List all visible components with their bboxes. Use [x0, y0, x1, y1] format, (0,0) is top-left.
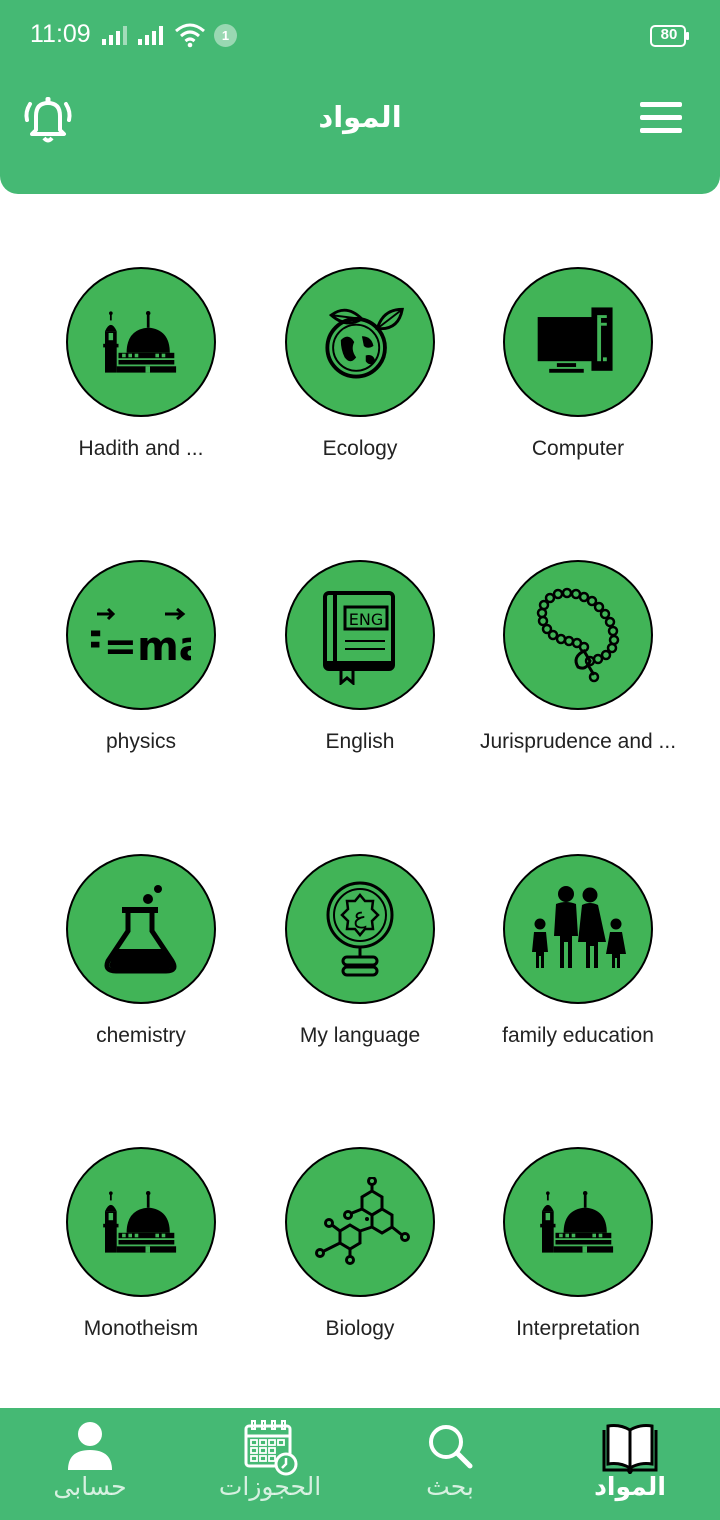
subject-icon-circle	[66, 1147, 216, 1297]
bottom-navigation: حسابى الحجوزات بحث المواد	[0, 1408, 720, 1520]
subject-label: My language	[299, 1024, 421, 1047]
subject-interpretation[interactable]: Interpretation	[468, 1147, 688, 1367]
nav-label: حسابى	[53, 1472, 127, 1501]
subject-jurisprudence[interactable]: Jurisprudence and ...	[468, 560, 688, 780]
subject-label: English	[325, 730, 395, 753]
subject-icon-circle	[285, 267, 435, 417]
subject-physics[interactable]: F=ma physics	[31, 560, 251, 780]
nav-label: بحث	[426, 1472, 474, 1501]
nav-label: المواد	[594, 1472, 666, 1501]
nav-label: الحجوزات	[218, 1472, 322, 1501]
nav-account[interactable]: حسابى	[0, 1408, 180, 1520]
computer-icon	[537, 307, 613, 373]
subject-icon-circle	[503, 560, 653, 710]
subject-label: Jurisprudence and ...	[479, 730, 677, 753]
subject-label: physics	[105, 730, 177, 753]
nav-subjects[interactable]: المواد	[540, 1408, 720, 1520]
molecule-icon	[315, 1177, 410, 1265]
subject-monotheism[interactable]: Monotheism	[31, 1147, 251, 1367]
subject-label: Hadith and ...	[78, 437, 204, 460]
subject-ecology[interactable]: Ecology	[250, 267, 470, 487]
subject-biology[interactable]: Biology	[250, 1147, 470, 1367]
subject-computer[interactable]: Computer	[468, 267, 688, 487]
subject-my-language[interactable]: ع My language	[250, 854, 470, 1074]
subject-icon-circle	[285, 1147, 435, 1297]
subject-icon-circle: ENG	[285, 560, 435, 710]
mosque-icon	[533, 1177, 623, 1267]
subject-icon-circle	[66, 854, 216, 1004]
flask-icon	[104, 885, 177, 974]
mosque-icon	[96, 1177, 186, 1267]
subject-label: family education	[502, 1024, 654, 1047]
subject-icon-circle	[503, 267, 653, 417]
subject-chemistry[interactable]: chemistry	[31, 854, 251, 1074]
svg-text:ع: ع	[353, 904, 366, 929]
subject-icon-circle	[66, 267, 216, 417]
nav-search[interactable]: بحث	[360, 1408, 540, 1520]
book-icon	[602, 1424, 658, 1474]
search-icon	[429, 1425, 473, 1469]
subject-icon-circle: ع	[285, 854, 435, 1004]
subject-icon-circle: F=ma	[66, 560, 216, 710]
subject-hadith[interactable]: Hadith and ...	[31, 267, 251, 487]
subject-family-education[interactable]: family education	[468, 854, 688, 1074]
family-icon	[532, 886, 626, 968]
user-icon	[68, 1422, 112, 1470]
subject-icon-circle	[503, 854, 653, 1004]
formula-icon: F=ma	[91, 607, 191, 670]
subject-icon-circle	[503, 1147, 653, 1297]
subject-label: Ecology	[322, 437, 398, 460]
mosque-icon	[96, 297, 186, 387]
subject-english[interactable]: ENG English	[250, 560, 470, 780]
globe-leaves-icon	[325, 307, 404, 379]
subjects-grid: Hadith and ... Ecology Computer =m physi…	[0, 0, 720, 1400]
svg-text:F=ma: F=ma	[91, 624, 191, 670]
subject-label: chemistry	[96, 1024, 186, 1047]
svg-text:ENG: ENG	[349, 610, 383, 629]
english-book-icon: ENG	[323, 591, 395, 685]
arabic-letter-icon: ع	[326, 881, 394, 977]
subject-label: Computer	[531, 437, 625, 460]
nav-bookings[interactable]: الحجوزات	[180, 1408, 360, 1520]
calendar-icon	[244, 1420, 298, 1476]
subject-label: Monotheism	[83, 1317, 199, 1340]
prayer-beads-icon	[536, 587, 620, 683]
subject-label: Biology	[325, 1317, 395, 1340]
subject-label: Interpretation	[516, 1317, 640, 1340]
